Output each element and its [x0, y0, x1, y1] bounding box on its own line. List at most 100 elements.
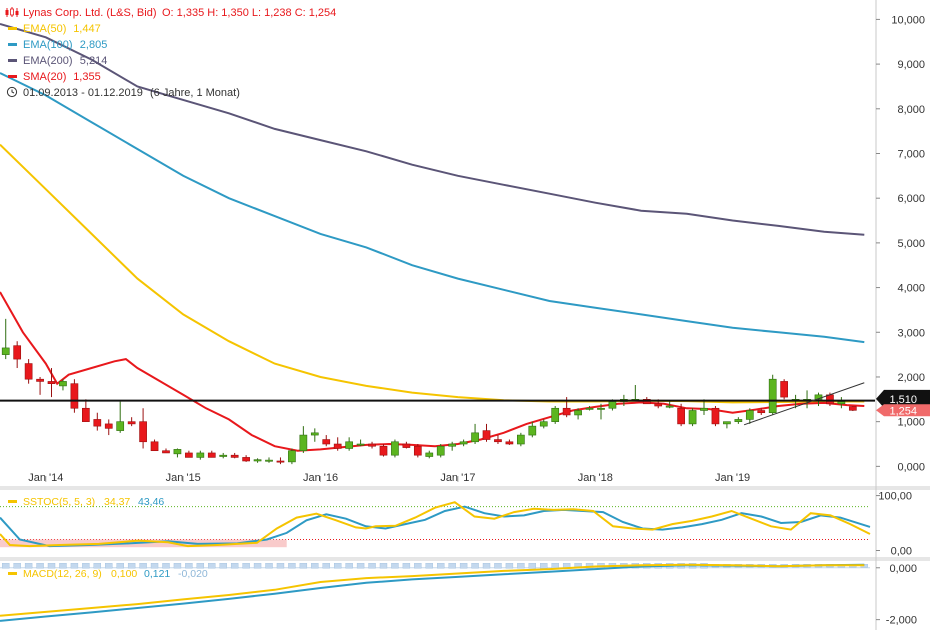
candle: [436, 444, 445, 458]
candle-body: [356, 443, 365, 446]
price-tick-label: 8,000: [897, 104, 925, 116]
panel-divider: [0, 486, 930, 490]
candle-body: [608, 401, 617, 409]
stoch-legend-label: SSTOC(5, 5, 3): [23, 496, 95, 508]
candle-body: [505, 441, 514, 445]
candle-body: [677, 407, 685, 425]
x-tick-label: Jan '15: [166, 472, 201, 484]
candle: [688, 408, 697, 427]
candle-body: [150, 441, 159, 452]
legend-label: EMA(200): [23, 55, 73, 67]
candle-body: [436, 445, 445, 456]
macd-tick-label: 0,000: [889, 563, 917, 575]
macd-histogram-bar: [13, 563, 21, 569]
candle-body: [13, 345, 22, 360]
macd-histogram-bar: [265, 563, 273, 569]
candle-body: [745, 410, 754, 420]
price-tick-label: 5,000: [897, 238, 925, 250]
macd-histogram-bar: [345, 563, 353, 569]
price-tick-label: 2,000: [897, 372, 925, 384]
chart-title: Lynas Corp. Ltd. (L&S, Bid): [23, 7, 157, 19]
macd-histogram-bar: [356, 563, 365, 569]
candle-body: [768, 378, 777, 414]
macd-histogram-bar: [471, 563, 479, 569]
macd-histogram-bar: [208, 563, 216, 569]
candle-body: [127, 421, 136, 425]
chart-root: 1,510 1,254 0,000 1,000 2,000 3,000 4,000 5,00…: [0, 0, 930, 630]
macd-histogram-bar: [425, 563, 433, 569]
chart-header: Lynas Corp. Ltd. (L&S, Bid) O: 1,335 H: …: [5, 7, 336, 19]
last-price-label: 1,254: [889, 405, 917, 417]
candle-body: [700, 407, 708, 411]
candle-body: [196, 452, 205, 458]
candle-body: [36, 378, 44, 382]
chart-svg: 1,5101,254 0,000 1,000 2,000 3,000 4,000 5,00…: [0, 0, 930, 630]
candlestick-icon: [5, 7, 19, 17]
macd-histogram-bar: [391, 563, 399, 569]
candle-body: [368, 443, 376, 447]
macd-histogram-bar: [505, 563, 514, 569]
x-tick-label: Jan '18: [578, 472, 613, 484]
price-tick-label: 9,000: [897, 59, 925, 71]
candle-body: [517, 434, 525, 445]
candle-body: [562, 407, 571, 416]
macd-histogram-bar: [333, 563, 342, 569]
candle-body: [93, 419, 102, 427]
macd-legend-label: MACD(12, 26, 9): [23, 568, 102, 580]
ohlc-readout: O: 1,335 H: 1,350 L: 1,238 C: 1,254: [162, 7, 336, 19]
period-duration: (6 Jahre, 1 Monat): [150, 87, 240, 99]
legend-value: 2,805: [80, 39, 108, 51]
candle-body: [47, 381, 56, 384]
price-tick-label: 3,000: [897, 327, 925, 339]
candle-body: [848, 406, 857, 411]
candle-body: [242, 457, 250, 462]
candle-body: [654, 403, 663, 407]
legend-swatch: [8, 43, 17, 46]
candle: [780, 379, 788, 400]
stoch-legend-swatch: [8, 500, 17, 503]
candle-body: [482, 430, 491, 440]
macd-histogram-bar: [540, 563, 548, 569]
period-range: 01.09.2013 - 01.12.2019: [23, 87, 143, 99]
price-tick-label: 7,000: [897, 148, 925, 160]
candle-body: [585, 407, 594, 410]
candle-body: [299, 434, 308, 452]
macd-histogram-bar: [528, 563, 537, 569]
candle-body: [310, 432, 319, 436]
candle-body: [24, 363, 33, 380]
candle-body: [288, 450, 296, 463]
candle-body: [551, 407, 560, 422]
candle-body: [688, 410, 697, 425]
legend-swatch: [8, 27, 17, 30]
candle-body: [448, 443, 457, 447]
stoch-tick-label: 0,00: [891, 546, 912, 558]
macd-histogram-bar: [459, 563, 468, 569]
candle: [288, 448, 296, 465]
macd-tick-label: -2,000: [886, 615, 917, 627]
candle-body: [219, 454, 228, 457]
candle-body: [780, 381, 788, 398]
candle-body: [402, 443, 411, 448]
candle-body: [574, 410, 582, 416]
candle-body: [723, 421, 731, 425]
candle-body: [459, 441, 468, 445]
price-tick-label: 0,000: [897, 461, 925, 473]
legend-value: 1,447: [73, 23, 101, 35]
macd-histogram-bar: [517, 563, 525, 569]
stoch-legend-value1: 34,37: [104, 496, 130, 508]
candle-body: [528, 425, 537, 436]
macd-histogram-bar: [379, 563, 388, 569]
candle-body: [139, 421, 147, 443]
price-tick-label: 4,000: [897, 283, 925, 295]
candle-body: [70, 383, 79, 409]
macd-histogram-bar: [494, 563, 502, 569]
x-tick-label: Jan '17: [440, 472, 475, 484]
candle-body: [391, 441, 399, 456]
price-tick-label: 6,000: [897, 193, 925, 205]
candle-body: [322, 439, 331, 445]
candle-body: [333, 443, 342, 449]
macd-histogram-bar: [311, 563, 319, 569]
candle-body: [162, 450, 170, 454]
price-tick-label: 10,000: [891, 14, 925, 26]
candle-body: [379, 445, 388, 456]
